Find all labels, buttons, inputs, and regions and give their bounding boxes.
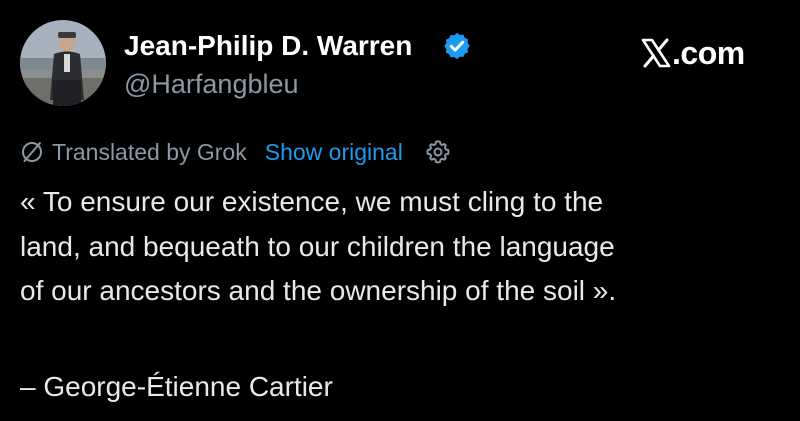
avatar[interactable]	[20, 20, 106, 106]
avatar-photo	[20, 20, 106, 106]
tweet-signature: – George-Étienne Cartier	[20, 371, 333, 402]
author-handle[interactable]: @Harfangbleu	[124, 68, 299, 100]
tweet-text: « To ensure our existence, we must cling…	[20, 186, 617, 306]
verified-badge-icon	[444, 32, 470, 60]
author-name[interactable]: Jean-Philip D. Warren	[124, 30, 412, 62]
translation-bar: Translated by Grok Show original	[20, 136, 451, 168]
gear-icon[interactable]	[425, 139, 451, 165]
site-brand[interactable]: .com	[640, 36, 745, 70]
site-domain-label: .com	[672, 35, 745, 71]
show-original-link[interactable]: Show original	[265, 139, 403, 166]
translate-icon	[22, 142, 42, 162]
x-logo-icon	[641, 38, 671, 68]
translated-by-label: Translated by Grok	[52, 138, 247, 165]
